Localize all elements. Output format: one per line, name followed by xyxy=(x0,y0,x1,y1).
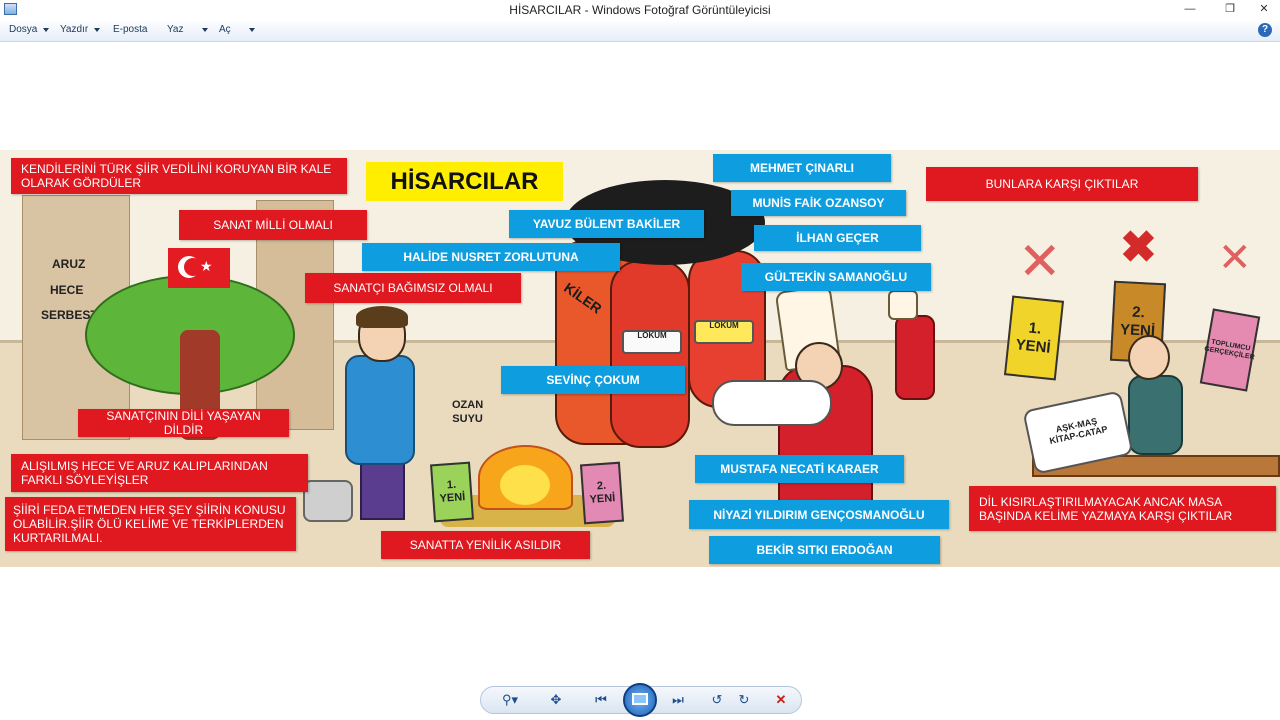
label-feda: ŞİİRİ FEDA ETMEDEN HER ŞEY ŞİİRİN KONUSU… xyxy=(5,497,296,551)
delete-icon[interactable]: ✕ xyxy=(768,689,794,711)
castle-text-hece: HECE xyxy=(50,283,84,297)
rotate-left-icon[interactable]: ↺ xyxy=(704,689,730,711)
label-dil-yasayan: SANATÇININ DİLİ YAŞAYAN DİLDİR xyxy=(78,409,289,437)
menu-yaz-label: Yaz xyxy=(167,24,184,35)
close-icon[interactable]: ✕ xyxy=(1252,1,1276,17)
rotate-right-icon[interactable]: ↻ xyxy=(731,689,757,711)
menu-dosya-label: Dosya xyxy=(9,24,38,35)
previous-icon[interactable]: ⏮ xyxy=(588,689,614,711)
cross-mark-icon: ✖ xyxy=(1120,223,1157,272)
label-yavuz: YAVUZ BÜLENT BAKİLER xyxy=(509,210,704,238)
menu-ac-label: Aç xyxy=(219,24,231,35)
fire-inner xyxy=(500,465,550,505)
chevron-down-icon xyxy=(248,27,255,32)
cross-mark-icon: ✕ xyxy=(1018,233,1062,291)
zoom-icon[interactable]: ⚲▾ xyxy=(497,689,523,711)
lokum-2: LOKUM xyxy=(694,320,754,344)
label-niyazi: NİYAZİ YILDIRIM GENÇOSMANOĞLU xyxy=(689,500,949,529)
cross-mark-icon: ✕ xyxy=(1218,236,1252,280)
next-icon[interactable]: ⏭ xyxy=(665,689,691,711)
menu-eposta-label: E-posta xyxy=(113,24,148,35)
man-body xyxy=(345,355,415,465)
suyu-text: SUYU xyxy=(452,413,483,425)
window-title: HİSARCILAR - Windows Fotoğraf Görüntüley… xyxy=(509,3,771,17)
label-gultekin: GÜLTEKİN SAMANOĞLU xyxy=(741,263,931,291)
label-ilhan: İLHAN GEÇER xyxy=(754,225,921,251)
label-sanatci-bagimsiz: SANATÇI BAĞIMSIZ OLMALI xyxy=(305,273,521,303)
book-1-number: 1. xyxy=(446,478,457,492)
ozan-text: OZAN xyxy=(452,399,484,411)
title-bar: HİSARCILAR - Windows Fotoğraf Görüntüley… xyxy=(0,0,1280,20)
label-sevinc: SEVİNÇ ÇOKUM xyxy=(501,366,685,394)
label-bekir: BEKİR SITKI ERDOĞAN xyxy=(709,536,940,564)
menu-yazdir-label: Yazdır xyxy=(60,24,89,35)
label-yenilik: SANATTA YENİLİK ASILDIR xyxy=(381,531,590,559)
menu-eposta[interactable]: E-posta xyxy=(113,24,147,35)
label-masa: DİL KISIRLAŞTIRILMAYACAK ANCAK MASA BAŞI… xyxy=(969,486,1276,531)
menu-bar: Dosya Yazdır E-posta Yaz Aç ? xyxy=(0,20,1280,42)
book-1-right-number: 1. xyxy=(1027,319,1043,338)
label-karsi: BUNLARA KARŞI ÇIKTILAR xyxy=(926,167,1198,201)
chevron-down-icon xyxy=(94,27,101,32)
label-munis: MUNİS FAİK OZANSOY xyxy=(731,190,906,216)
soldier-hat xyxy=(888,290,918,320)
label-kale: KENDİLERİNİ TÜRK ŞİİR VEDİLİNİ KORUYAN B… xyxy=(11,158,347,194)
label-mustafa: MUSTAFA NECATİ KARAER xyxy=(695,455,904,483)
image-title: HİSARCILAR xyxy=(366,162,563,201)
label-kaliplar: ALIŞILMIŞ HECE VE ARUZ KALIPLARINDAN FAR… xyxy=(11,454,308,492)
slideshow-icon xyxy=(632,693,648,705)
restore-icon[interactable]: ❐ xyxy=(1218,1,1242,17)
chevron-down-icon xyxy=(43,27,50,32)
chevron-down-icon xyxy=(201,27,208,32)
castle-text-aruz: ARUZ xyxy=(52,257,86,271)
book-1-label: YENİ xyxy=(439,491,466,505)
man-hair xyxy=(356,306,408,328)
lokum-1: LOKUM xyxy=(622,330,682,354)
book-2-label: YENİ xyxy=(589,492,616,506)
label-halide: HALİDE NUSRET ZORLUTUNA xyxy=(362,243,620,271)
book-1-right-label: YENİ xyxy=(1014,336,1052,357)
menu-yaz[interactable]: Yaz xyxy=(167,24,208,35)
label-mehmet: MEHMET ÇINARLI xyxy=(713,154,891,182)
label-sanat-milli: SANAT MİLLİ OLMALI xyxy=(179,210,367,240)
actual-size-icon[interactable]: ✥ xyxy=(543,689,569,711)
menu-ac[interactable]: Aç xyxy=(219,24,255,35)
book-2-yeni: 2. YENİ xyxy=(579,461,625,525)
writer xyxy=(1128,375,1183,455)
flag-star-icon: ★ xyxy=(200,258,213,274)
ozan-suyu-text: OZAN SUYU xyxy=(452,398,483,426)
baby xyxy=(712,380,832,426)
book-1-yeni-right: 1. YENİ xyxy=(1003,295,1065,381)
soldier xyxy=(895,315,935,400)
menu-dosya[interactable]: Dosya xyxy=(9,24,50,35)
menu-yazdir[interactable]: Yazdır xyxy=(60,24,101,35)
writer-head xyxy=(1128,335,1170,380)
book-2-number: 2. xyxy=(596,479,607,493)
barrel-middle xyxy=(610,260,690,448)
book-1-yeni: 1. YENİ xyxy=(430,461,474,523)
help-icon[interactable]: ? xyxy=(1258,23,1272,37)
book-2-right-number: 2. xyxy=(1131,303,1146,322)
minimize-icon[interactable]: — xyxy=(1178,1,1202,17)
pot xyxy=(303,480,353,522)
